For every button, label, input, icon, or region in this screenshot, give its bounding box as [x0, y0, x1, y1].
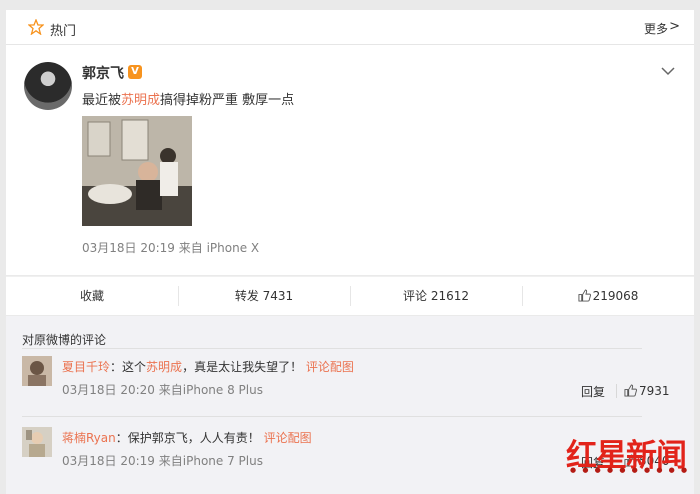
comment-mention-link[interactable]: 苏明成 [146, 360, 182, 374]
comment-meta: 03月18日 20:19 来自iPhone 7 Plus [62, 452, 263, 469]
post-timestamp[interactable]: 03月18日 20:19 [82, 241, 175, 255]
comment-avatar[interactable] [22, 356, 52, 386]
comment-avatar-art [22, 427, 52, 457]
hot-header: 热门 更多 > [6, 10, 694, 45]
comment-colon: ： [110, 360, 123, 374]
post-card: 郭京飞 V 最近被苏明成搞得掉粉严重 敷厚一点 03月18日 20:19 来自 … [6, 45, 694, 275]
post-text-before: 最近被 [82, 93, 122, 108]
comment-username[interactable]: 夏目千玲 [62, 360, 110, 374]
comment-image-link[interactable]: 评论配图 [306, 360, 354, 374]
avatar[interactable] [24, 62, 72, 110]
repost-button[interactable]: 转发 7431 [178, 277, 350, 315]
comment-username[interactable]: 蒋楠Ryan [62, 431, 116, 445]
comment-avatar-art [22, 356, 52, 386]
verified-badge-icon: V [128, 65, 142, 79]
comment-source: 来自iPhone 8 Plus [158, 383, 263, 397]
comment-text: 蒋楠Ryan：保护郭京飞，人人有责！ 评论配图 [62, 429, 312, 446]
comment-text-before: 这个 [122, 360, 147, 374]
thumbs-up-icon [578, 289, 591, 302]
like-button[interactable]: 219068 [522, 277, 694, 315]
post-photo[interactable] [82, 116, 192, 226]
post-source: 来自 iPhone X [178, 241, 260, 255]
chevron-right-icon[interactable]: > [669, 19, 680, 34]
comment-meta: 03月18日 20:20 来自iPhone 8 Plus [62, 381, 263, 398]
comments-divider [22, 348, 642, 349]
thumbs-up-icon [624, 384, 637, 397]
star-outline-icon [28, 19, 44, 35]
post-text: 最近被苏明成搞得掉粉严重 敷厚一点 [82, 89, 294, 108]
collect-button[interactable]: 收藏 [6, 277, 178, 315]
comment-timestamp: 03月18日 20:19 [62, 454, 155, 468]
action-bar: 收藏 转发 7431 评论 21612 219068 [6, 276, 694, 315]
comment-source: 来自iPhone 7 Plus [158, 454, 263, 468]
post-text-after: 搞得掉粉严重 敷厚一点 [160, 93, 295, 108]
more-link[interactable]: 更多 [644, 20, 668, 37]
post-photo-art [82, 116, 192, 226]
comment-avatar[interactable] [22, 427, 52, 457]
chevron-down-icon[interactable] [660, 65, 676, 77]
news-logo-watermark: 红星新闻 ● ● ● ● ● ● ● ● ● ● [566, 430, 696, 474]
comment-like-button[interactable]: 7931 [624, 384, 670, 398]
post-meta: 03月18日 20:19 来自 iPhone X [82, 239, 259, 256]
comment-colon: ： [115, 431, 128, 445]
comment-body: 保护郭京飞，人人有责！ [127, 431, 260, 445]
comment-text: 夏目千玲：这个苏明成，真是太让我失望了！ 评论配图 [62, 358, 354, 375]
comment-text-after: ，真是太让我失望了！ [182, 360, 303, 374]
comment-image-link[interactable]: 评论配图 [264, 431, 312, 445]
hot-label: 热门 [50, 24, 77, 39]
comment-timestamp: 03月18日 20:20 [62, 383, 155, 397]
comments-title: 对原微博的评论 [22, 333, 107, 347]
comment-like-count: 7931 [639, 384, 670, 398]
post-mention-link[interactable]: 苏明成 [121, 93, 160, 108]
comment-divider [22, 416, 642, 417]
like-count: 219068 [592, 289, 639, 303]
comment-button[interactable]: 评论 21612 [350, 277, 522, 315]
watermark-dots: ● ● ● ● ● ● ● ● ● ● [570, 466, 690, 474]
post-username[interactable]: 郭京飞 [82, 63, 124, 83]
comment-action-divider [616, 384, 617, 398]
reply-button[interactable]: 回复 [581, 383, 605, 400]
